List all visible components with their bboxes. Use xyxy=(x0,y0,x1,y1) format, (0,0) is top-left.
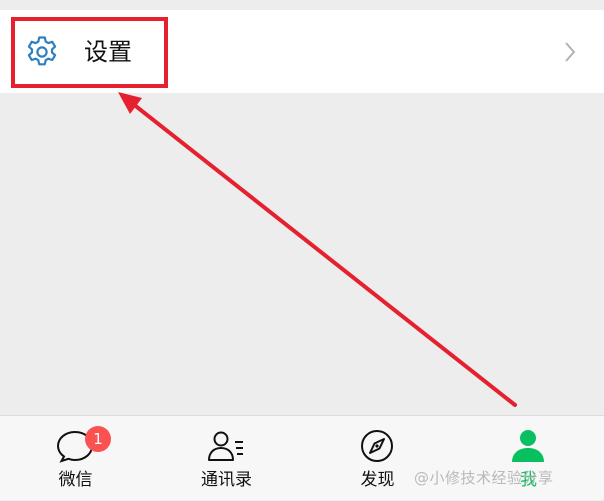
contacts-icon xyxy=(208,431,243,461)
annotation-highlight-box xyxy=(11,17,168,88)
chevron-right-icon xyxy=(565,42,576,62)
tab-label-contacts: 通讯录 xyxy=(201,470,252,490)
tab-chats[interactable]: 1 微信 xyxy=(0,416,151,501)
tab-contacts[interactable]: 通讯录 xyxy=(151,416,302,501)
top-strip xyxy=(0,0,604,10)
person-icon xyxy=(512,430,544,462)
watermark: @小修技术经验分享 xyxy=(414,469,554,487)
compass-icon xyxy=(361,430,393,462)
tab-label-chats: 微信 xyxy=(58,470,93,490)
unread-badge: 1 xyxy=(85,426,111,452)
